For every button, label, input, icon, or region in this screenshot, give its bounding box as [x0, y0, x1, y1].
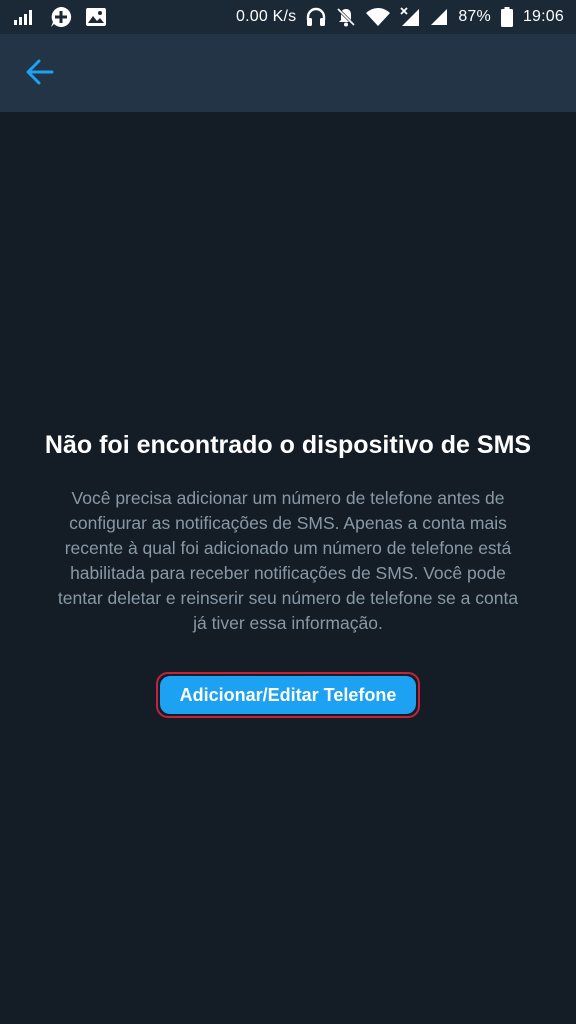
status-bar-left: [14, 6, 106, 28]
notifications-off-icon: [336, 7, 356, 27]
add-edit-phone-button-highlight: Adicionar/Editar Telefone: [156, 672, 420, 718]
battery-percent: 87%: [458, 8, 491, 25]
description-line: já tiver essa informação.: [193, 613, 383, 633]
cell-signal-icon: [430, 8, 448, 26]
main-content: Não foi encontrado o dispositivo de SMS …: [0, 112, 576, 1024]
back-button[interactable]: [22, 56, 58, 92]
image-icon: [86, 8, 106, 26]
empty-state: Não foi encontrado o dispositivo de SMS …: [0, 428, 576, 718]
add-edit-phone-button[interactable]: Adicionar/Editar Telefone: [160, 676, 416, 714]
empty-state-description: Você precisa adicionar um número de tele…: [28, 486, 548, 636]
description-line: habilitada para receber notificações de …: [70, 563, 506, 583]
description-line: recente à qual foi adicionado um número …: [64, 538, 512, 558]
add-chat-icon: [50, 6, 72, 28]
battery-icon: [500, 7, 513, 27]
signal-icon: [14, 9, 36, 25]
status-bar-right: 0.00 K/s 87% 19:06: [236, 7, 564, 27]
description-line: Você precisa adicionar um número de tele…: [71, 488, 505, 508]
description-line: tentar deletar e reinserir seu número de…: [57, 588, 519, 608]
empty-state-title: Não foi encontrado o dispositivo de SMS: [44, 431, 532, 459]
app-bar: [0, 34, 576, 112]
clock: 19:06: [522, 8, 564, 25]
network-speed: 0.00 K/s: [236, 8, 297, 25]
headphones-icon: [306, 7, 326, 27]
status-bar: 0.00 K/s 87% 19:06: [0, 0, 576, 34]
description-line: configurar as notificações de SMS. Apena…: [69, 513, 507, 533]
no-signal-icon: [400, 7, 420, 27]
arrow-left-icon: [26, 59, 54, 90]
wifi-icon: [366, 8, 391, 26]
